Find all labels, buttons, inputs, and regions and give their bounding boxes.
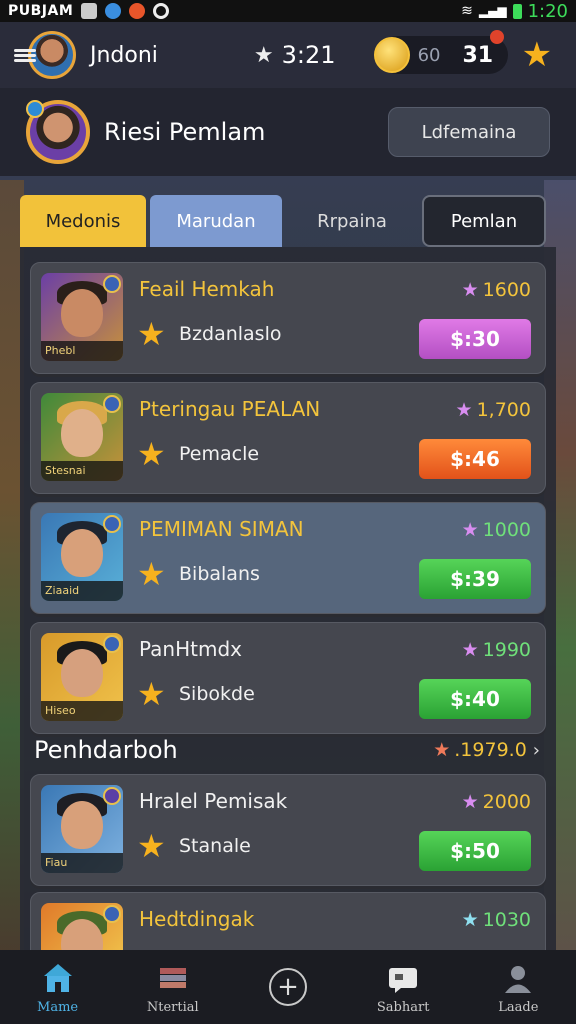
profile-action-button[interactable]: Ldfemaina (388, 107, 550, 157)
hero-portrait (41, 903, 123, 951)
favorites-star-icon[interactable]: ★ (522, 35, 552, 75)
list-item[interactable]: Hedtdingak ★ 1030 (30, 892, 546, 952)
list-item[interactable]: Phebl Feail Hemkah ★ Bzdanlaslo ★ 1600 $:… (30, 262, 546, 374)
tab-marudan[interactable]: Marudan (150, 195, 282, 247)
item-score: ★ 1600 (461, 279, 531, 301)
list-item[interactable]: Ziaaid PEMIMAN SIMAN ★ Bibalans ★ 1000 $:… (30, 502, 546, 614)
status-bar: PUBJAM ≋ ▂▄▆ 1:20 (0, 0, 576, 22)
tab-pemlan[interactable]: Pemlan (422, 195, 546, 247)
item-name: Hedtdingak (139, 907, 255, 931)
profile-title: Riesi Pemlam (104, 118, 266, 146)
list-item[interactable]: Fiau Hralel Pemisak ★ Stanale ★ 2000 $:50 (30, 774, 546, 886)
plus-icon: + (268, 968, 307, 1006)
currency-box[interactable]: 60 31 (373, 30, 508, 74)
bottom-nav: Mame Ntertial + Sabhart Laade (0, 950, 576, 1024)
item-name: PanHtmdx (139, 637, 242, 661)
nav-profile[interactable]: Laade (468, 960, 568, 1015)
nav-home[interactable]: Mame (8, 960, 108, 1015)
timer: ★ 3:21 (254, 41, 336, 69)
menu-icon[interactable] (14, 47, 36, 63)
item-score: ★ 1030 (461, 909, 531, 931)
list-item[interactable]: Hiseo PanHtmdx ★ Sibokde ★ 1990 $:40 (30, 622, 546, 734)
top-bar: Jndoni ★ 3:21 60 31 ★ (0, 22, 576, 88)
buy-button[interactable]: $:50 (419, 831, 531, 871)
hero-portrait: Phebl (41, 273, 123, 361)
list-item[interactable]: Stesnai Pteringau PEALAN ★ Pemacle ★ 1,70… (30, 382, 546, 494)
star-icon: ★ (137, 315, 166, 353)
alert-icon (129, 3, 146, 19)
coin-icon (373, 37, 410, 73)
username: Jndoni (90, 42, 158, 68)
chat-icon (389, 967, 418, 993)
home-icon (43, 963, 72, 992)
nav-library[interactable]: Ntertial (123, 960, 223, 1015)
coin-count: 60 (417, 44, 441, 66)
wifi-icon: ≋ (461, 3, 473, 19)
section-title: Penhdarboh (34, 736, 178, 764)
star-icon: ★ (137, 555, 166, 593)
gem-count: 31 (462, 42, 494, 68)
user-icon (505, 965, 532, 993)
hero-portrait: Fiau (41, 785, 123, 873)
status-time: 1:20 (527, 0, 568, 22)
section-header[interactable]: Penhdarboh ★ .1979.0 › (34, 736, 540, 764)
profile-header: Riesi Pemlam Ldfemaina (0, 88, 576, 176)
item-score: ★ 2000 (461, 791, 531, 813)
tab-rrpaina[interactable]: Rrpaina (286, 195, 418, 247)
item-subtitle: Sibokde (179, 683, 255, 705)
nav-add[interactable]: + (238, 968, 338, 1006)
tab-bar: Medonis Marudan Rrpaina Pemlan (20, 195, 548, 247)
tab-medonis[interactable]: Medonis (20, 195, 146, 247)
item-name: Pteringau PEALAN (139, 397, 321, 421)
buy-button[interactable]: $:40 (419, 679, 531, 719)
item-name: PEMIMAN SIMAN (139, 517, 304, 541)
profile-avatar[interactable] (26, 100, 90, 164)
star-icon: ★ (137, 435, 166, 473)
star-icon: ★ (253, 42, 274, 68)
chevron-right-icon: › (532, 739, 540, 761)
record-icon (153, 3, 170, 19)
item-name: Hralel Pemisak (139, 789, 288, 813)
carrier-label: PUBJAM (8, 3, 74, 19)
item-subtitle: Bzdanlaslo (179, 323, 282, 345)
notification-dot (489, 30, 504, 44)
rank-badge-icon (26, 100, 44, 118)
hero-portrait: Stesnai (41, 393, 123, 481)
nav-chat[interactable]: Sabhart (353, 960, 453, 1015)
item-subtitle: Stanale (179, 835, 251, 857)
buy-button[interactable]: $:30 (419, 319, 531, 359)
item-score: ★ 1,700 (455, 399, 531, 421)
star-icon: ★ (137, 827, 166, 865)
buy-button[interactable]: $:39 (419, 559, 531, 599)
notification-icon (81, 3, 98, 19)
item-list: Phebl Feail Hemkah ★ Bzdanlaslo ★ 1600 $:… (20, 247, 556, 952)
section-score: ★ .1979.0 (433, 739, 527, 761)
app-icon (105, 3, 122, 19)
hero-portrait: Hiseo (41, 633, 123, 721)
item-subtitle: Pemacle (179, 443, 260, 465)
buy-button[interactable]: $:46 (419, 439, 531, 479)
item-score: ★ 1990 (461, 639, 531, 661)
item-subtitle: Bibalans (179, 563, 260, 585)
item-score: ★ 1000 (461, 519, 531, 541)
hero-portrait: Ziaaid (41, 513, 123, 601)
item-name: Feail Hemkah (139, 277, 275, 301)
timer-value: 3:21 (281, 41, 336, 69)
battery-icon (512, 3, 522, 19)
signal-icon: ▂▄▆ (478, 4, 507, 18)
books-icon (159, 967, 186, 988)
star-icon: ★ (137, 675, 166, 713)
